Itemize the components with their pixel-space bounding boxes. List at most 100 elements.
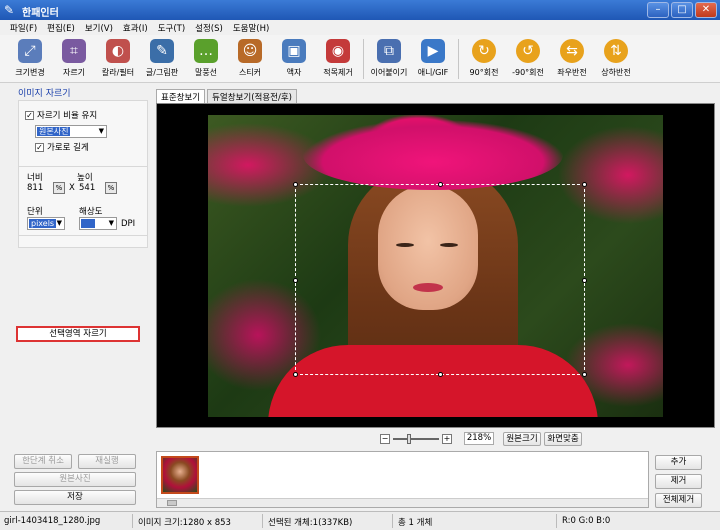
chevron-down-icon: ▼	[108, 219, 114, 227]
status-divider	[262, 514, 263, 528]
toolbar-button[interactable]: ⌗ 자르기	[52, 35, 96, 81]
size-box: 너비 높이 811 % X 541 % 단위 해상도 pixels ▼ ▼ DP…	[18, 166, 148, 236]
horizontal-scrollbar[interactable]	[157, 498, 648, 507]
unit-select[interactable]: pixels ▼	[27, 217, 65, 230]
image-canvas[interactable]	[156, 103, 715, 428]
window-title: 한패인터	[22, 8, 59, 19]
status-image-size: 이미지 크기:1280 x 853	[138, 518, 231, 528]
app-icon: ✎	[4, 3, 15, 17]
chevron-down-icon: ▼	[56, 219, 62, 227]
resize-icon: ⤢	[18, 39, 42, 63]
toolbar-button[interactable]: ↺ -90°회전	[506, 35, 550, 81]
menu-help[interactable]: 도움말(H)	[229, 20, 275, 35]
crop-panel: 이미지 자르기 ✓ 자르기 비율 유지 원본사진 ▼ ✓ 가로로 길게 너비 높…	[8, 86, 148, 506]
toolbar-button[interactable]: … 말풍선	[184, 35, 228, 81]
status-divider	[392, 514, 393, 528]
toolbar-button[interactable]: ✎ 글/그림판	[140, 35, 184, 81]
status-rgb: R:0 G:0 B:0	[562, 516, 611, 526]
toolbar-button-label: 90°회전	[469, 68, 499, 77]
toolbar-button[interactable]: ☺ 스티커	[228, 35, 272, 81]
toolbar-button[interactable]: ⇆ 좌우반전	[550, 35, 594, 81]
toolbar-button[interactable]: ◐ 칼라/필터	[96, 35, 140, 81]
menu-effects[interactable]: 효과(I)	[119, 20, 154, 35]
height-field[interactable]: 541	[79, 183, 95, 195]
width-lock-icon[interactable]: %	[53, 182, 65, 194]
original-size-button[interactable]: 원본크기	[503, 432, 541, 446]
rotate-ccw-icon: ↺	[516, 39, 540, 63]
zoom-track[interactable]	[393, 434, 439, 444]
dpi-select[interactable]: ▼	[79, 217, 117, 230]
menu-bar: 파일(F) 편집(E) 보기(V) 효과(I) 도구(T) 설정(S) 도움말(…	[0, 20, 720, 35]
remove-all-button[interactable]: 전체제거	[655, 493, 702, 508]
selection-handle[interactable]	[582, 372, 587, 377]
toolbar-button[interactable]: ⤢ 크기변경	[8, 35, 52, 81]
ratio-select[interactable]: 원본사진 ▼	[35, 125, 107, 138]
crop-selection-button[interactable]: 선택영역 자르기	[16, 326, 140, 342]
fit-screen-button[interactable]: 화면맞춤	[544, 432, 582, 446]
zoom-out-icon[interactable]: −	[380, 434, 390, 444]
keep-ratio-checkbox[interactable]: ✓ 자르기 비율 유지	[25, 109, 97, 121]
toolbar-button[interactable]: ⧉ 이어붙이기	[367, 35, 411, 81]
color-filter-icon: ◐	[106, 39, 130, 63]
frame-icon: ▣	[282, 39, 306, 63]
flip-vertical-icon: ⇅	[604, 39, 628, 63]
remove-button[interactable]: 제거	[655, 474, 702, 489]
add-button[interactable]: 추가	[655, 455, 702, 470]
toolbar-button[interactable]: ◉ 적목제거	[316, 35, 360, 81]
red-eye-icon: ◉	[326, 39, 350, 63]
minimize-button[interactable]: –	[647, 2, 669, 18]
toolbar-button-label: 애니/GIF	[417, 68, 449, 77]
toolbar-separator	[363, 39, 364, 79]
selection-handle[interactable]	[293, 372, 298, 377]
selection-handle[interactable]	[582, 278, 587, 283]
landscape-checkbox[interactable]: ✓ 가로로 길게	[35, 141, 89, 153]
status-total: 총 1 개체	[398, 518, 433, 528]
photo-flower-crown	[303, 120, 563, 190]
original-photo-button[interactable]: 원본사진	[14, 472, 136, 487]
menu-view[interactable]: 보기(V)	[81, 20, 119, 35]
toolbar-button[interactable]: ▶ 애니/GIF	[411, 35, 455, 81]
selection-handle[interactable]	[438, 182, 443, 187]
toolbar-button[interactable]: ↻ 90°회전	[462, 35, 506, 81]
redo-button[interactable]: 재실행	[78, 454, 136, 469]
tab-standard-view[interactable]: 표준창보기	[156, 89, 206, 103]
width-label: 너비	[27, 173, 43, 183]
undo-button[interactable]: 한단계 취소	[14, 454, 72, 469]
menu-tools[interactable]: 도구(T)	[154, 20, 191, 35]
zoom-thumb[interactable]	[407, 434, 411, 444]
text-draw-icon: ✎	[150, 39, 174, 63]
check-icon: ✓	[35, 142, 44, 152]
selection-handle[interactable]	[293, 278, 298, 283]
rotate-cw-icon: ↻	[472, 39, 496, 63]
tab-dual-view[interactable]: 듀얼창보기(적용전/후)	[207, 89, 297, 103]
crop-selection[interactable]	[293, 182, 587, 377]
unit-select-value: pixels	[29, 219, 57, 228]
unit-label: 단위	[27, 207, 43, 217]
close-button[interactable]: ✕	[695, 2, 717, 18]
maximize-button[interactable]: □	[671, 2, 693, 18]
crop-icon: ⌗	[62, 39, 86, 63]
thumbnail-item[interactable]	[161, 456, 199, 494]
toolbar-button-label: 자르기	[62, 68, 86, 77]
toolbar-button-label: 칼라/필터	[101, 68, 135, 77]
toolbar-button[interactable]: ▣ 액자	[272, 35, 316, 81]
scroll-thumb[interactable]	[167, 500, 177, 506]
gif-icon: ▶	[421, 39, 445, 63]
status-divider	[556, 514, 557, 528]
height-lock-icon[interactable]: %	[105, 182, 117, 194]
toolbar-button-label: 스티커	[238, 68, 262, 77]
save-button[interactable]: 저장	[14, 490, 136, 505]
menu-settings[interactable]: 설정(S)	[191, 20, 229, 35]
zoom-in-icon[interactable]: +	[442, 434, 452, 444]
zoom-value: 218%	[464, 432, 494, 445]
menu-edit[interactable]: 편집(E)	[43, 20, 81, 35]
toolbar-button[interactable]: ⇅ 상하반전	[594, 35, 638, 81]
selection-handle[interactable]	[438, 372, 443, 377]
selection-handle[interactable]	[582, 182, 587, 187]
selection-handle[interactable]	[293, 182, 298, 187]
menu-file[interactable]: 파일(F)	[6, 20, 43, 35]
dpi-label: 해상도	[79, 207, 103, 217]
toolbar-button-label: 상하반전	[601, 68, 631, 77]
toolbar-button-label: 적목제거	[323, 68, 353, 77]
width-field[interactable]: 811	[27, 183, 43, 195]
